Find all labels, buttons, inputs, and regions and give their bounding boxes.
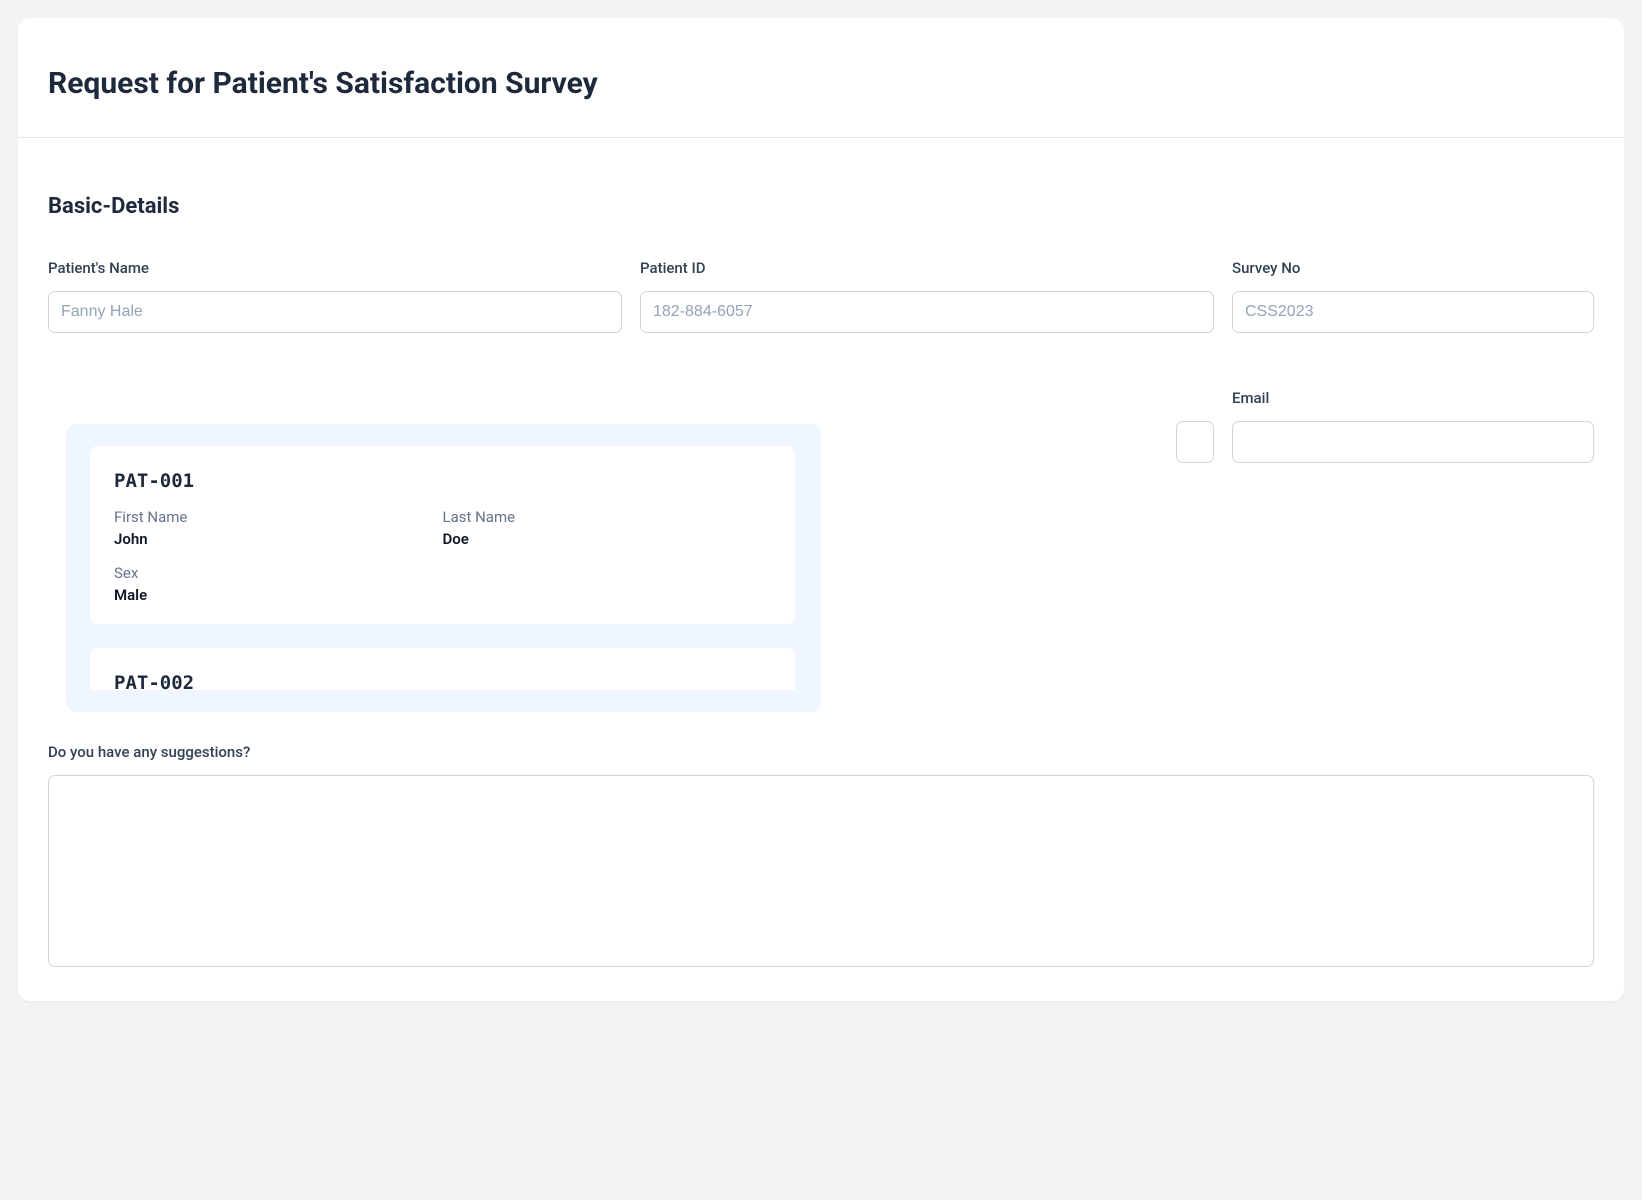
card-header: Request for Patient's Satisfaction Surve…	[18, 18, 1624, 138]
field-patient-name: Patient's Name	[48, 259, 622, 333]
email-input[interactable]	[1232, 421, 1594, 463]
field-survey-no: Survey No	[1232, 259, 1594, 333]
field-email: Email	[1232, 389, 1594, 463]
survey-no-input[interactable]	[1232, 291, 1594, 333]
dropdown-scroll[interactable]: PAT-001 First Name John Last Name Doe Se…	[90, 446, 805, 690]
page-title: Request for Patient's Satisfaction Surve…	[48, 66, 1594, 101]
option-sex-value: Male	[114, 586, 443, 604]
option-details: First Name John Last Name Doe Sex Male	[114, 508, 771, 604]
field-patient-id: Patient ID	[640, 259, 1214, 333]
field-suggestions: Do you have any suggestions?	[48, 743, 1594, 971]
option-firstname-value: John	[114, 530, 443, 548]
label-suggestions: Do you have any suggestions?	[48, 743, 1594, 761]
option-lastname-value: Doe	[443, 530, 772, 548]
form-row-1: Patient's Name Patient ID Survey No	[48, 259, 1594, 333]
option-firstname-label: First Name	[114, 508, 443, 526]
label-email: Email	[1232, 389, 1594, 407]
option-sex-label: Sex	[114, 564, 443, 582]
patient-name-input[interactable]	[48, 291, 622, 333]
hidden-mid-input[interactable]	[1176, 421, 1214, 463]
autocomplete-option[interactable]: PAT-001 First Name John Last Name Doe Se…	[90, 446, 795, 624]
autocomplete-option[interactable]: PAT-002	[90, 648, 795, 690]
patient-autocomplete-dropdown[interactable]: PAT-001 First Name John Last Name Doe Se…	[66, 424, 821, 712]
patient-id-input[interactable]	[640, 291, 1214, 333]
label-patient-name: Patient's Name	[48, 259, 622, 277]
form-card: Request for Patient's Satisfaction Surve…	[18, 18, 1624, 1001]
section-title: Basic-Details	[48, 194, 1594, 219]
card-body: Basic-Details Patient's Name Patient ID …	[18, 138, 1624, 1001]
option-id: PAT-002	[114, 672, 771, 690]
label-patient-id: Patient ID	[640, 259, 1214, 277]
label-survey-no: Survey No	[1232, 259, 1594, 277]
option-lastname-label: Last Name	[443, 508, 772, 526]
option-id: PAT-001	[114, 470, 771, 492]
suggestions-textarea[interactable]	[48, 775, 1594, 967]
